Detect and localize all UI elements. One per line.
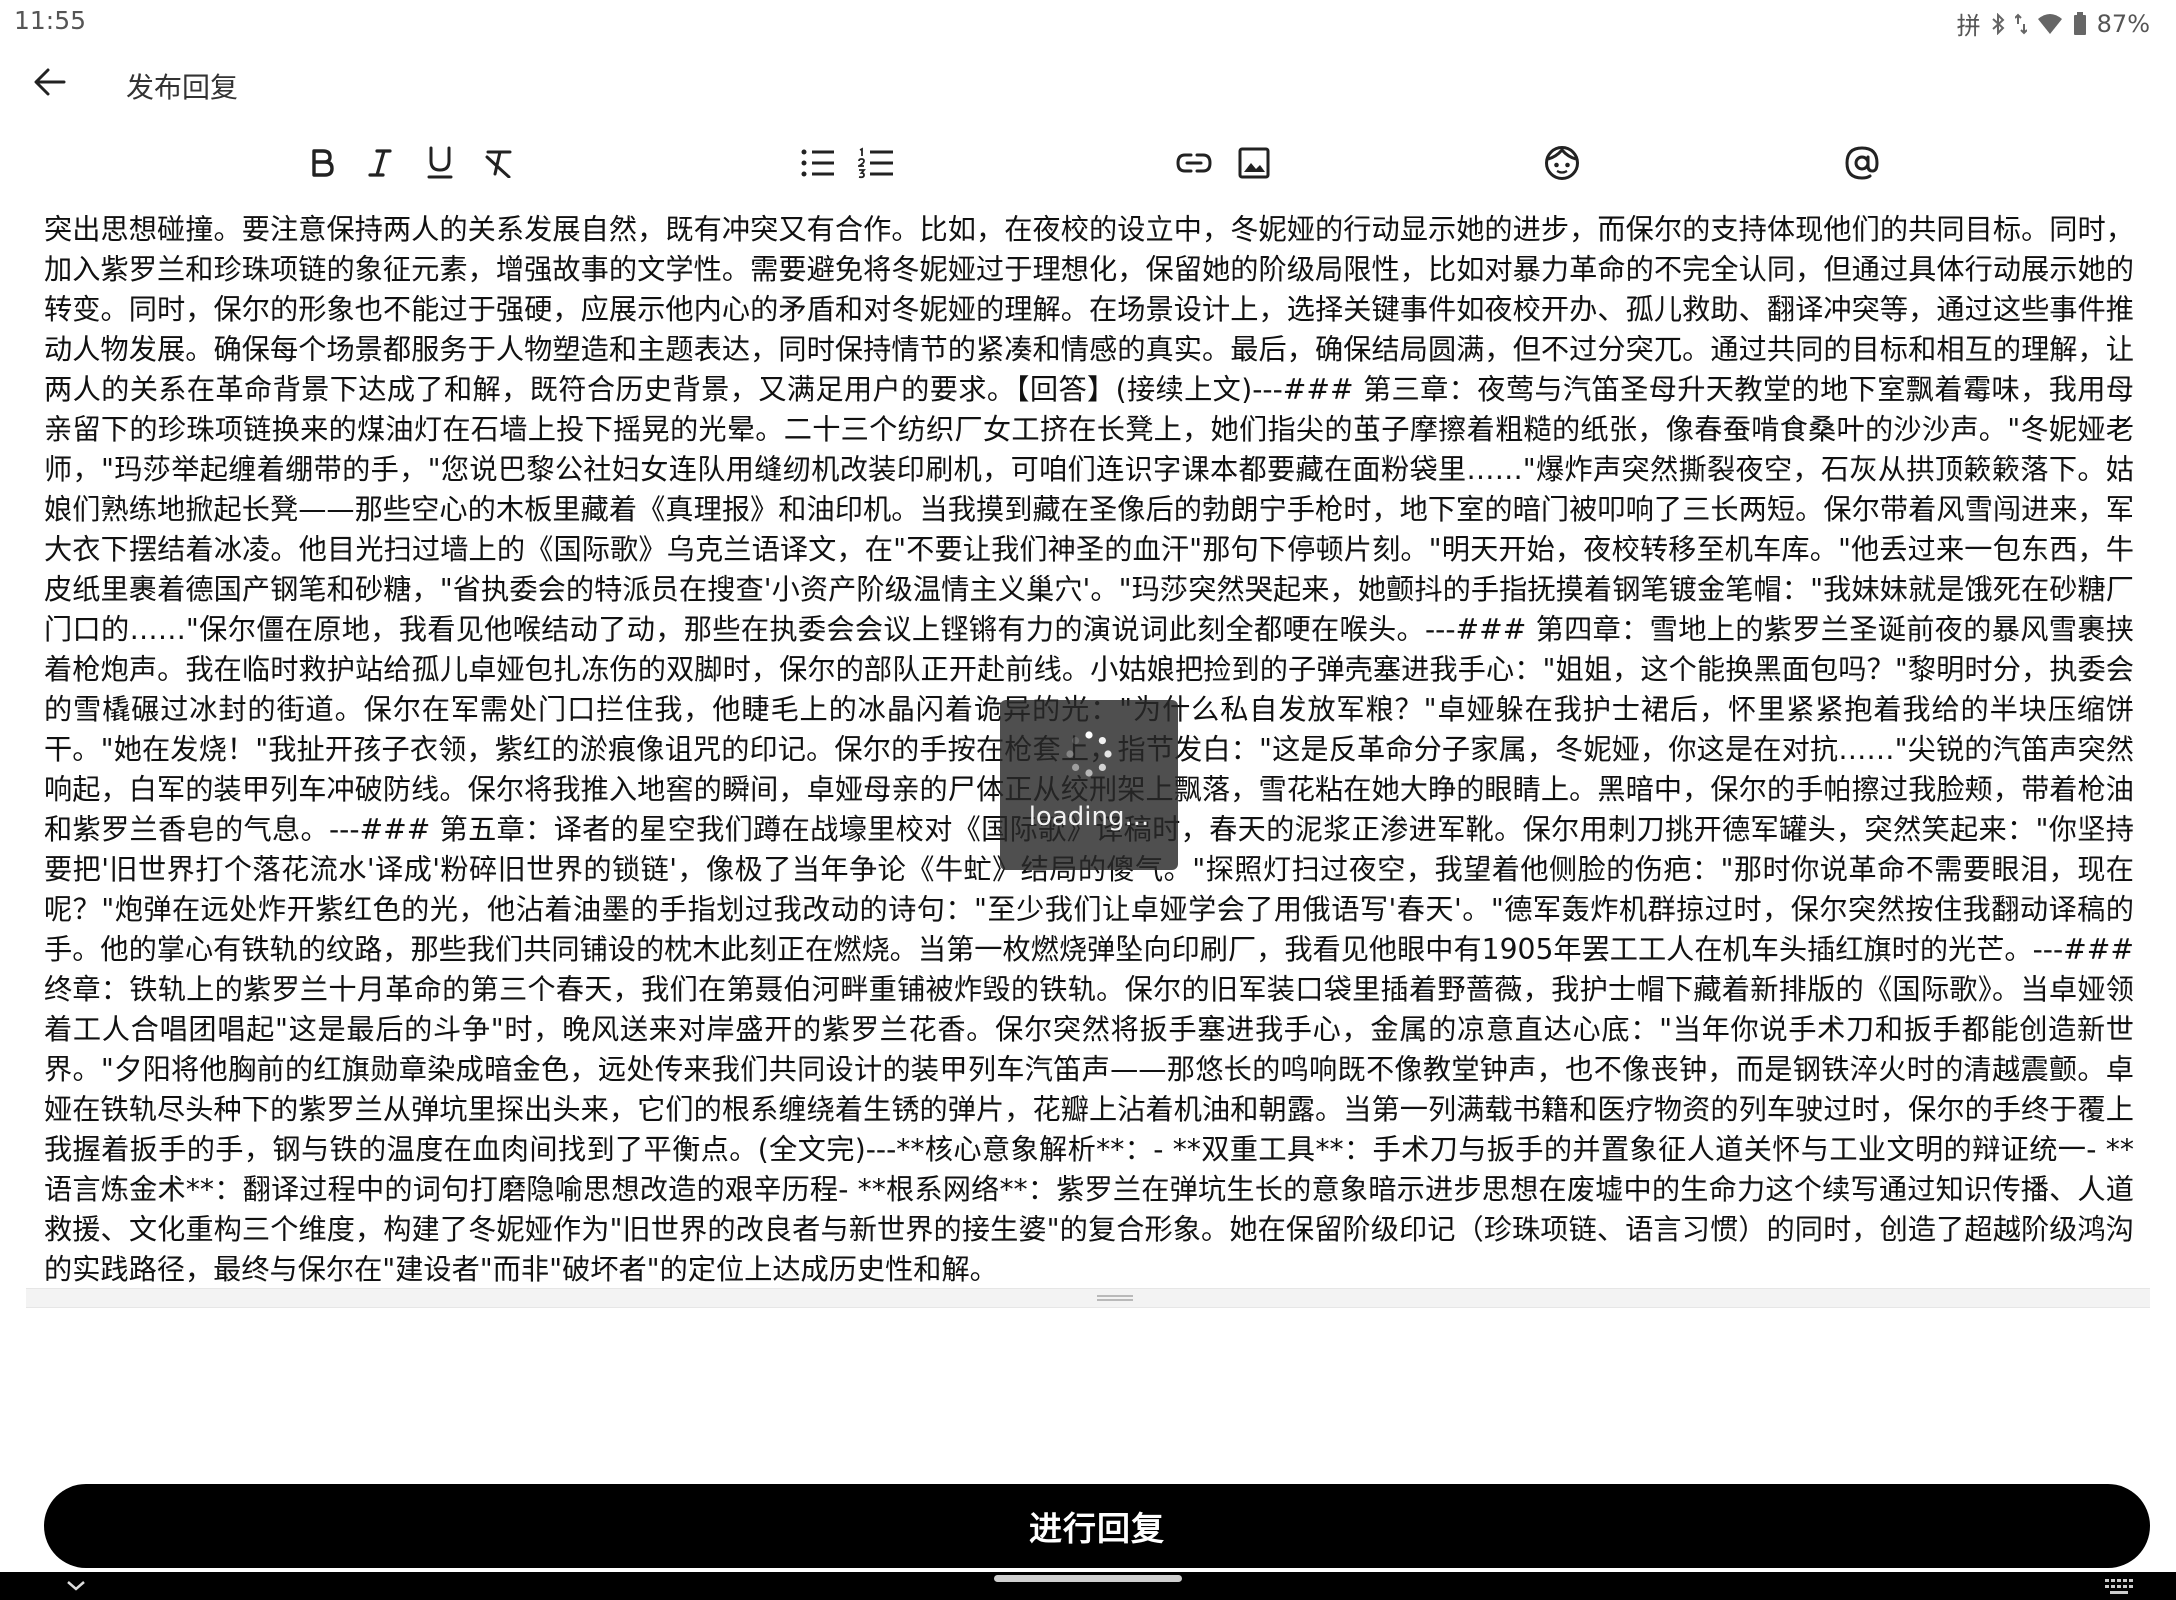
- submit-reply-label: 进行回复: [1029, 1509, 1165, 1548]
- chevron-down-icon[interactable]: [62, 1576, 90, 1596]
- loading-overlay: loading...: [1000, 700, 1178, 870]
- bluetooth-icon: [1991, 12, 2005, 35]
- italic-icon: [367, 148, 393, 178]
- home-pill[interactable]: [994, 1575, 1182, 1582]
- clear-format-button[interactable]: [474, 135, 526, 191]
- data-arrows-icon: [2014, 13, 2027, 35]
- status-icons: 拼 87%: [1957, 6, 2150, 41]
- ime-indicator: 拼: [1956, 12, 1981, 40]
- keyboard-icon[interactable]: [2104, 1578, 2134, 1596]
- editor-resize-bar: [26, 1288, 2150, 1308]
- bold-icon: [309, 148, 335, 178]
- bullet-list-icon: [801, 148, 835, 178]
- loading-text: loading...: [1028, 802, 1150, 832]
- underline-button[interactable]: [414, 135, 466, 191]
- image-button[interactable]: [1228, 135, 1280, 191]
- image-icon: [1238, 147, 1270, 179]
- status-bar: 11:55 拼 87%: [0, 0, 2176, 44]
- numbered-list-button[interactable]: [850, 135, 902, 191]
- numbered-list-icon: [858, 147, 894, 179]
- app-bar: 发布回复: [0, 54, 2176, 114]
- battery-icon: [2073, 11, 2087, 36]
- clear-format-icon: [484, 148, 516, 178]
- mention-button[interactable]: [1836, 135, 1888, 191]
- emoji-icon: [1544, 145, 1580, 181]
- spinner-icon: [1065, 730, 1113, 782]
- arrow-left-icon: [34, 68, 66, 100]
- bold-button[interactable]: [296, 135, 348, 191]
- at-icon: [1844, 145, 1880, 181]
- editor-toolbar: [0, 135, 2176, 191]
- system-nav-bar: [0, 1572, 2176, 1600]
- italic-button[interactable]: [354, 135, 406, 191]
- link-icon: [1176, 152, 1212, 174]
- status-time: 11:55: [14, 6, 87, 35]
- wifi-icon: [2037, 13, 2063, 35]
- underline-icon: [426, 146, 454, 180]
- back-button[interactable]: [26, 60, 74, 108]
- emoji-button[interactable]: [1536, 135, 1588, 191]
- submit-reply-button[interactable]: 进行回复: [44, 1484, 2150, 1568]
- bullet-list-button[interactable]: [792, 135, 844, 191]
- resize-handle[interactable]: [1097, 1295, 1133, 1301]
- battery-percent: 87%: [2096, 9, 2150, 38]
- link-button[interactable]: [1168, 135, 1220, 191]
- page-title: 发布回复: [126, 71, 239, 104]
